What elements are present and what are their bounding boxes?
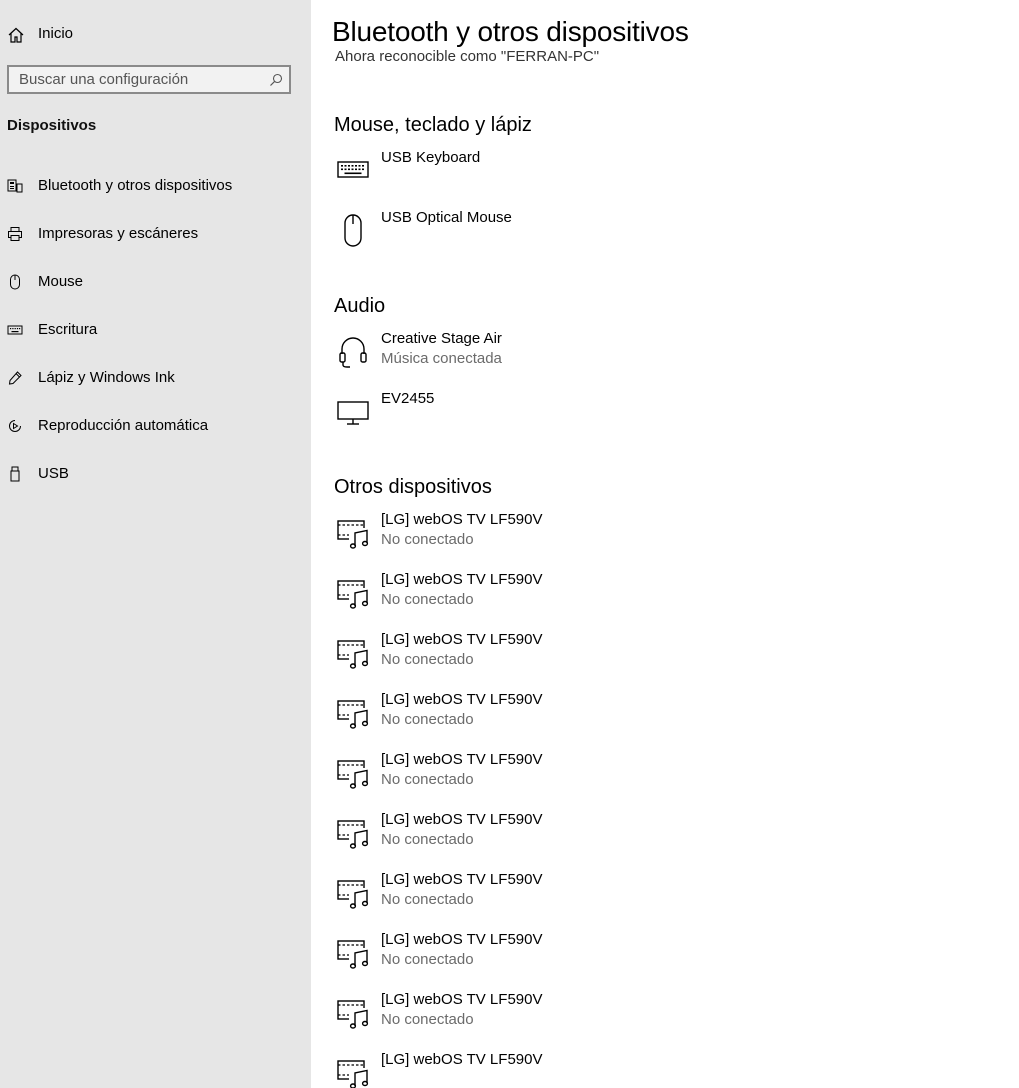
media-device-icon xyxy=(337,700,370,730)
device-name: [LG] webOS TV LF590V xyxy=(381,751,543,768)
search-input[interactable] xyxy=(9,67,269,92)
device-status: Música conectada xyxy=(381,350,502,367)
device-status: No conectado xyxy=(381,651,474,668)
device-item[interactable]: [LG] webOS TV LF590V No conectado xyxy=(333,811,753,865)
device-name: USB Optical Mouse xyxy=(381,209,512,226)
device-name: [LG] webOS TV LF590V xyxy=(381,511,543,528)
media-device-icon xyxy=(337,940,370,970)
device-name: [LG] webOS TV LF590V xyxy=(381,991,543,1008)
device-status: No conectado xyxy=(381,711,474,728)
sidebar-item-label: Lápiz y Windows Ink xyxy=(38,369,175,386)
device-name: EV2455 xyxy=(381,390,435,407)
group-title-other-devices: Otros dispositivos xyxy=(334,476,492,498)
sidebar-item-label: Escritura xyxy=(38,321,98,338)
media-device-icon xyxy=(337,1000,370,1030)
sidebar-item-label: USB xyxy=(38,465,69,482)
device-item[interactable]: [LG] webOS TV LF590V No conectado xyxy=(333,571,753,625)
device-status: No conectado xyxy=(381,951,474,968)
device-item[interactable]: [LG] webOS TV LF590V No conectado xyxy=(333,691,753,745)
device-name: Creative Stage Air xyxy=(381,330,502,347)
device-item[interactable]: [LG] webOS TV LF590V No conectado xyxy=(333,931,753,985)
home-label: Inicio xyxy=(38,25,74,42)
search-icon[interactable] xyxy=(269,73,283,87)
sidebar-item-label: Mouse xyxy=(38,273,84,290)
device-item[interactable]: USB Optical Mouse xyxy=(333,209,753,263)
device-name: USB Keyboard xyxy=(381,149,481,166)
home-icon xyxy=(8,27,24,43)
device-item[interactable]: [LG] webOS TV LF590V No conectado xyxy=(333,631,753,685)
media-device-icon xyxy=(337,820,370,850)
pen-icon xyxy=(8,371,22,385)
device-status: No conectado xyxy=(381,1011,474,1028)
mouse-icon xyxy=(10,274,20,290)
media-device-icon xyxy=(337,1060,370,1088)
sidebar-item-printers[interactable]: Impresoras y escáneres xyxy=(0,214,311,254)
keyboard-icon xyxy=(337,161,369,178)
monitor-icon xyxy=(337,401,369,425)
media-device-icon xyxy=(337,520,370,550)
mouse-icon xyxy=(344,214,362,247)
device-item[interactable]: [LG] webOS TV LF590V No conectado xyxy=(333,511,753,565)
discoverable-text: Ahora reconocible como "FERRAN-PC" xyxy=(335,48,600,65)
home-nav-item[interactable]: Inicio xyxy=(0,14,311,54)
device-name: [LG] webOS TV LF590V xyxy=(381,871,543,888)
group-title-input-devices: Mouse, teclado y lápiz xyxy=(334,114,532,136)
device-status: No conectado xyxy=(381,771,474,788)
device-item[interactable]: [LG] webOS TV LF590V No conectado xyxy=(333,751,753,805)
device-name: [LG] webOS TV LF590V xyxy=(381,691,543,708)
usb-icon xyxy=(10,466,20,482)
device-status: No conectado xyxy=(381,891,474,908)
device-status: No conectado xyxy=(381,591,474,608)
sidebar-item-autoplay[interactable]: Reproducción automática xyxy=(0,406,311,446)
device-status: No conectado xyxy=(381,831,474,848)
sidebar: Inicio Dispositivos Bluetooth y otros di… xyxy=(0,0,311,1088)
device-name: [LG] webOS TV LF590V xyxy=(381,811,543,828)
section-title: Dispositivos xyxy=(7,117,97,134)
autoplay-icon xyxy=(9,420,21,432)
search-box[interactable] xyxy=(7,65,291,94)
sidebar-item-label: Impresoras y escáneres xyxy=(38,225,199,242)
sidebar-item-typing[interactable]: Escritura xyxy=(0,310,311,350)
keyboard-icon xyxy=(7,325,23,335)
device-status: No conectado xyxy=(381,531,474,548)
sidebar-item-pen[interactable]: Lápiz y Windows Ink xyxy=(0,358,311,398)
group-title-audio: Audio xyxy=(334,295,386,317)
device-item[interactable]: EV2455 xyxy=(333,390,753,444)
headset-icon xyxy=(339,337,367,368)
device-name: [LG] webOS TV LF590V xyxy=(381,931,543,948)
bluetooth-devices-icon xyxy=(7,179,23,193)
media-device-icon xyxy=(337,640,370,670)
sidebar-item-bluetooth[interactable]: Bluetooth y otros dispositivos xyxy=(0,166,311,206)
device-item[interactable]: [LG] webOS TV LF590V xyxy=(333,1051,753,1088)
sidebar-item-usb[interactable]: USB xyxy=(0,454,311,494)
media-device-icon xyxy=(337,580,370,610)
device-name: [LG] webOS TV LF590V xyxy=(381,571,543,588)
media-device-icon xyxy=(337,880,370,910)
device-item[interactable]: [LG] webOS TV LF590V No conectado xyxy=(333,871,753,925)
device-name: [LG] webOS TV LF590V xyxy=(381,631,543,648)
media-device-icon xyxy=(337,760,370,790)
device-item[interactable]: USB Keyboard xyxy=(333,149,753,203)
printer-icon xyxy=(8,227,22,241)
device-name: [LG] webOS TV LF590V xyxy=(381,1051,543,1068)
sidebar-item-mouse[interactable]: Mouse xyxy=(0,262,311,302)
device-item[interactable]: Creative Stage Air Música conectada xyxy=(333,330,753,384)
device-item[interactable]: [LG] webOS TV LF590V No conectado xyxy=(333,991,753,1045)
sidebar-item-label: Reproducción automática xyxy=(38,417,209,434)
sidebar-item-label: Bluetooth y otros dispositivos xyxy=(38,177,233,194)
page-title: Bluetooth y otros dispositivos xyxy=(332,16,689,48)
main-content: Ahora reconocible como "FERRAN-PC" Bluet… xyxy=(311,0,1019,1088)
